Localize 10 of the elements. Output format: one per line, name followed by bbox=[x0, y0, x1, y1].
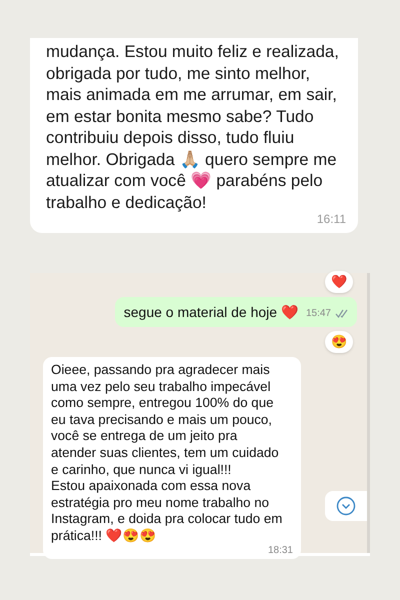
message-time: 18:31 bbox=[268, 544, 293, 556]
double-check-icon bbox=[335, 309, 349, 318]
message-text: Oieee, passando pra agradecer mais uma vez pelo seu trabalho impecável como sempre, entregou 100% do que eu tava precisando e mais um pouco, você se entrega de um jeito pra atender suas clientes, tem um cuidado e carinho, que nunca vi igual!!! Estou apaixonada com essa nova estratégia pro meu nome trabalho no Instagram, e doida pra colocar tudo em prática!!! ❤😍😍 bbox=[51, 362, 284, 545]
scroll-down-button[interactable] bbox=[325, 491, 367, 521]
message-text: segue o material de hoje ❤ bbox=[124, 303, 298, 321]
message-time: 16:11 bbox=[316, 213, 346, 225]
message-time: 15:47 bbox=[306, 307, 331, 321]
reaction-badge[interactable]: ❤ bbox=[325, 271, 353, 293]
message-text: mudança. Estou muito feliz e realizada, obrigada por tudo, me sinto melhor, mais animada em me arrumar, em sair, em estar bonita mesmo sabe? Tudo contribuiu depois disso, tudo fluiu melhor. Obrigada 🙏🏼 quero sempre me atualizar com você 💗 parabéns pelo trabalho e dedicação! bbox=[46, 41, 340, 213]
chevron-down-icon bbox=[336, 496, 356, 516]
